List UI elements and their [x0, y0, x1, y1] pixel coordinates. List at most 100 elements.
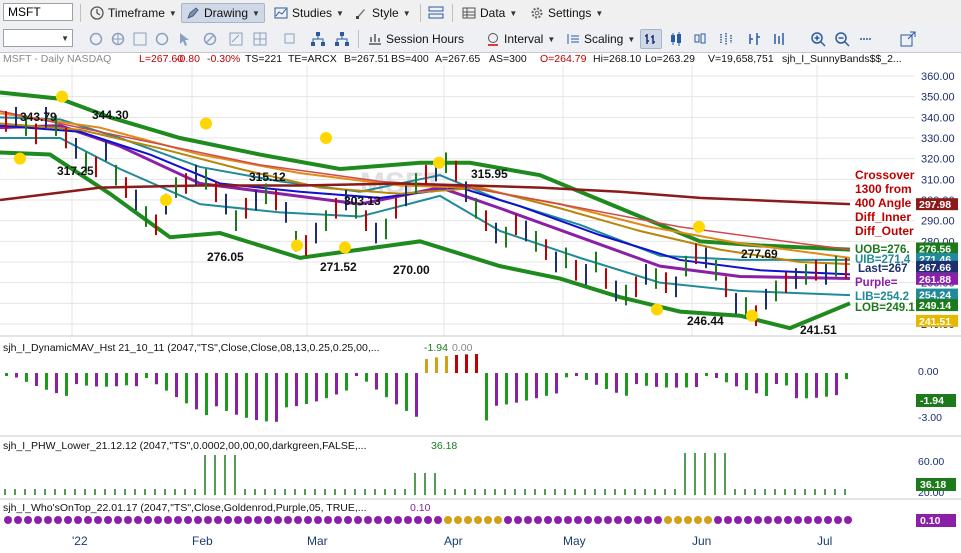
swing-price-labels: 343.79 344.30 317.25 315.12 303.13 276.0…	[20, 108, 837, 337]
histogram-bar	[735, 373, 738, 387]
whos-on-top-dot	[524, 516, 532, 524]
histogram-bar	[165, 373, 168, 391]
whos-on-top-dot	[684, 516, 692, 524]
histogram-bar	[715, 373, 718, 378]
price-tag-text: 241.51	[919, 316, 951, 328]
value-tag-text: 0.10	[920, 515, 941, 527]
whos-on-top-dot	[334, 516, 342, 524]
histogram-bar	[525, 373, 528, 401]
swing-label: 344.30	[92, 108, 129, 122]
histogram-bar	[355, 373, 358, 376]
phw-lower-title: sjh_I_PHW_Lower_21.12.12 (2047,"TS",0.00…	[3, 440, 367, 452]
session-hours-button[interactable]: Session Hours	[364, 29, 468, 49]
swing-label: 241.51	[800, 323, 837, 337]
histogram-bar	[85, 373, 88, 386]
interval-button[interactable]: Interval ▼	[482, 29, 559, 49]
phw-lower-histogram	[4, 453, 846, 495]
clock-small-icon[interactable]	[154, 31, 170, 47]
zoom-in-icon[interactable]	[810, 31, 826, 47]
value-tag-text: -1.94	[920, 395, 944, 407]
scaling-label: Scaling	[584, 32, 624, 46]
studies-icon	[274, 7, 288, 19]
histogram-bar	[235, 373, 238, 415]
copy-icon[interactable]	[282, 31, 298, 47]
crosshair-icon[interactable]	[110, 31, 126, 47]
network-alt-icon[interactable]	[334, 31, 350, 47]
studies-button[interactable]: Studies ▼	[270, 3, 348, 23]
histogram-bar	[475, 354, 478, 373]
candlestick-icon[interactable]	[668, 31, 684, 47]
price-axis-tick: 320.00	[921, 154, 955, 166]
histogram-bar	[395, 373, 398, 405]
whos-on-top-dot	[324, 516, 332, 524]
whos-on-top-dot	[564, 516, 572, 524]
histogram-bar	[575, 373, 578, 376]
scaling-button[interactable]: Scaling ▼	[562, 29, 639, 49]
price-chart[interactable]: MSFT MSFT - Daily NASDAQ L=267.60 -0.80 …	[0, 53, 961, 530]
histogram-bar	[275, 373, 278, 422]
volume: V=19,658,751	[708, 53, 774, 65]
whos-on-top-dot	[54, 516, 62, 524]
refresh-icon[interactable]	[88, 31, 104, 47]
histogram-bar	[485, 373, 488, 421]
net-change: -0.80	[176, 53, 200, 65]
histogram-bar	[365, 373, 368, 382]
histogram-bar	[315, 373, 318, 402]
hide-dots-icon[interactable]	[858, 31, 874, 47]
point-figure-icon[interactable]	[772, 31, 788, 47]
histogram-bar	[95, 373, 98, 387]
link-window-icon[interactable]	[428, 5, 444, 21]
histogram-bar	[255, 373, 258, 421]
whos-on-top-dot	[404, 516, 412, 524]
dynamic-mav-title: sjh_I_DynamicMAV_Hst 21_10_11 (2047,"TS"…	[3, 342, 380, 354]
chart-edit-icon[interactable]	[228, 31, 244, 47]
whos-on-top-panel: sjh_I_Who'sOnTop_22.01.17 (2047,"TS",Clo…	[3, 502, 956, 527]
symbol-input[interactable]: MSFT	[3, 3, 73, 21]
phw-lower-value: 36.18	[431, 440, 457, 452]
expand-chart-icon[interactable]	[900, 31, 916, 47]
histogram-bar	[665, 373, 668, 388]
histogram-bar	[5, 373, 8, 376]
chart-check-icon[interactable]	[132, 31, 148, 47]
whos-on-top-dot	[454, 516, 462, 524]
scaling-icon	[567, 34, 579, 44]
price-axis[interactable]: 360.00350.00340.00330.00320.00310.00300.…	[916, 71, 958, 331]
whos-on-top-dot	[384, 516, 392, 524]
settings-label: Settings	[548, 6, 592, 20]
grid-icon[interactable]	[252, 31, 268, 47]
swing-marker-dot	[56, 90, 68, 103]
network-icon[interactable]	[310, 31, 326, 47]
whos-on-top-dot	[614, 516, 622, 524]
style-button[interactable]: Style ▼	[350, 3, 415, 23]
whos-on-top-dot	[494, 516, 502, 524]
hollow-candle-icon[interactable]	[692, 31, 708, 47]
data-button[interactable]: Data ▼	[458, 3, 521, 23]
legend-line: Diff_Inner	[855, 210, 911, 224]
whos-on-top-dot	[534, 516, 542, 524]
histogram-bar	[135, 373, 138, 387]
dot-plot-icon[interactable]	[718, 31, 734, 47]
interval-input[interactable]: ▼	[3, 29, 73, 47]
price-axis-tick: 360.00	[921, 71, 955, 83]
hlc-bar-icon[interactable]	[746, 31, 762, 47]
drawing-button[interactable]: Drawing ▼	[181, 3, 265, 23]
whos-on-top-dot	[344, 516, 352, 524]
swing-label: 343.79	[20, 110, 57, 124]
histogram-bar	[615, 373, 618, 393]
histogram-bar	[245, 373, 248, 418]
ohlc-bar-icon	[645, 34, 655, 44]
swing-label: 303.13	[344, 194, 381, 208]
session-hours-label: Session Hours	[386, 32, 465, 46]
cursor-icon[interactable]	[176, 31, 192, 47]
zoom-out-icon[interactable]	[834, 31, 850, 47]
whos-on-top-dot	[704, 516, 712, 524]
time-axis[interactable]: '22 Feb Mar Apr May Jun Jul	[0, 530, 961, 553]
chevron-down-icon: ▼	[402, 8, 411, 18]
sunny-bands	[0, 90, 851, 331]
timeframe-button[interactable]: Timeframe ▼	[86, 3, 181, 23]
bar-chart-style-button[interactable]	[640, 29, 662, 49]
time-axis-label: Apr	[444, 534, 463, 548]
no-entry-icon[interactable]	[202, 31, 218, 47]
settings-button[interactable]: Settings ▼	[526, 3, 607, 23]
swing-marker-dot	[339, 241, 351, 254]
